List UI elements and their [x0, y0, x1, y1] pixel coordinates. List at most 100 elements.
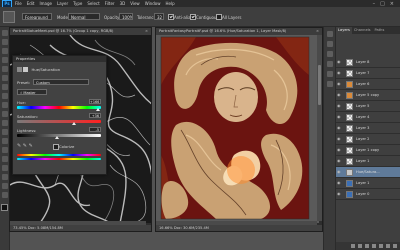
visibility-eye-icon[interactable]: ◉ [337, 159, 342, 163]
menu-file[interactable]: File [15, 1, 22, 6]
visibility-eye-icon[interactable]: ◉ [337, 93, 342, 97]
preset-picker[interactable]: Foreground [22, 13, 52, 20]
dodge-tool-icon[interactable] [1, 138, 8, 144]
properties-header[interactable]: Properties [13, 56, 106, 62]
visibility-eye-icon[interactable]: ◉ [337, 170, 342, 174]
path-selection-tool-icon[interactable] [1, 165, 8, 171]
saturation-slider[interactable] [17, 120, 101, 123]
history-icon[interactable] [326, 31, 333, 37]
adjustments-icon[interactable] [326, 61, 333, 67]
saturation-slider-knob[interactable] [72, 122, 77, 125]
visibility-eye-icon[interactable]: ◉ [337, 126, 342, 130]
layer-row[interactable]: ◉ Hue/Satura... [336, 167, 400, 178]
right-document-canvas[interactable] [156, 35, 319, 223]
visibility-eye-icon[interactable]: ◉ [337, 181, 342, 185]
brush-tool-icon[interactable] [3, 11, 15, 23]
close-icon[interactable]: × [316, 28, 319, 35]
eyedropper-icon[interactable]: ✎ [17, 143, 21, 149]
crop-tool-icon[interactable] [1, 66, 8, 72]
layer-row[interactable]: ◉ Layer 0 [336, 189, 400, 200]
visibility-eye-icon[interactable]: ◉ [337, 115, 342, 119]
saturation-value-field[interactable]: +36 [89, 113, 101, 118]
add-mask-icon[interactable] [365, 244, 369, 248]
right-document-tab[interactable]: PortraitFantasyPortraitF.psd @ 16.6% (Hu… [156, 28, 322, 35]
eyedropper-plus-icon[interactable]: ✎ [23, 143, 27, 149]
visibility-eye-icon[interactable]: ◉ [337, 137, 342, 141]
visibility-eye-icon[interactable]: ◉ [337, 192, 342, 196]
layer-row[interactable]: ◉ Layer 3 [336, 123, 400, 134]
visibility-eye-icon[interactable]: ◉ [337, 71, 342, 75]
layer-row[interactable]: ◉ Layer 5 copy [336, 90, 400, 101]
opacity-field[interactable]: 100% [119, 13, 133, 20]
brush-tool-icon[interactable] [1, 93, 8, 99]
left-document-tab[interactable]: PortraitStatueMeet.psd @ 16.7% (Group 1 … [10, 28, 151, 35]
eyedropper-minus-icon[interactable]: ✎ [29, 143, 33, 149]
preset-select[interactable]: Custom [33, 79, 89, 85]
brush-presets-icon[interactable] [326, 71, 333, 77]
scrollbar-thumb[interactable] [318, 65, 321, 105]
layer-row[interactable]: ◉ Layer 8 [336, 57, 400, 68]
magic-wand-tool-icon[interactable] [1, 57, 8, 63]
clone-stamp-tool-icon[interactable] [1, 102, 8, 108]
menu-edit[interactable]: Edit [27, 1, 35, 6]
layer-row[interactable]: ◉ Layer 6 [336, 79, 400, 90]
layer-row[interactable]: ◉ Layer 5 [336, 101, 400, 112]
layer-row[interactable]: ◉ Layer 2 [336, 134, 400, 145]
layer-row[interactable]: ◉ Layer 7 [336, 68, 400, 79]
gradient-tool-icon[interactable] [1, 129, 8, 135]
maximize-icon[interactable]: □ [380, 1, 385, 7]
layer-row[interactable]: ◉ Layer 1 [336, 156, 400, 167]
color-swatches[interactable] [0, 204, 11, 214]
character-icon[interactable] [326, 81, 333, 87]
marquee-tool-icon[interactable] [1, 39, 8, 45]
right-vertical-scrollbar[interactable] [317, 35, 322, 221]
menu-image[interactable]: Image [39, 1, 52, 6]
hand-tool-icon[interactable] [1, 183, 8, 189]
link-layers-icon[interactable] [351, 244, 355, 248]
menu-window[interactable]: Window [145, 1, 161, 6]
hue-slider[interactable] [17, 106, 101, 109]
close-icon[interactable]: × [390, 1, 394, 7]
hue-slider-knob[interactable] [95, 108, 100, 111]
layer-row[interactable]: ◉ Layer 1 copy [336, 145, 400, 156]
delete-layer-icon[interactable] [393, 244, 397, 248]
swatches-icon[interactable] [326, 51, 333, 57]
add-style-icon[interactable] [358, 244, 362, 248]
close-icon[interactable]: × [145, 28, 148, 35]
healing-tool-icon[interactable] [1, 84, 8, 90]
mask-icon[interactable] [23, 66, 29, 72]
color-icon[interactable] [326, 41, 333, 47]
menu-layer[interactable]: Layer [57, 1, 68, 6]
mode-select[interactable]: Normal [68, 13, 100, 20]
hue-value-field[interactable]: +166 [89, 99, 101, 104]
minimize-icon[interactable]: – [373, 1, 376, 7]
tolerance-field[interactable]: 32 [154, 13, 164, 20]
new-adjustment-icon[interactable] [372, 244, 376, 248]
menu-help[interactable]: Help [165, 1, 174, 6]
menu-view[interactable]: View [130, 1, 140, 6]
menu-select[interactable]: Select [87, 1, 99, 6]
channel-select[interactable]: ☝ Master [17, 89, 47, 95]
tab-paths[interactable]: Paths [373, 27, 387, 34]
new-group-icon[interactable] [379, 244, 383, 248]
layer-row[interactable]: ◉ Layer 1 [336, 178, 400, 189]
menu-type[interactable]: Type [73, 1, 82, 6]
visibility-eye-icon[interactable]: ◉ [337, 148, 342, 152]
new-layer-icon[interactable] [386, 244, 390, 248]
visibility-eye-icon[interactable]: ◉ [337, 82, 342, 86]
history-brush-tool-icon[interactable] [1, 111, 8, 117]
lasso-tool-icon[interactable] [1, 48, 8, 54]
tab-layers[interactable]: Layers [336, 27, 352, 34]
pen-tool-icon[interactable] [1, 147, 8, 153]
type-tool-icon[interactable] [1, 156, 8, 162]
zoom-tool-icon[interactable] [1, 192, 8, 198]
tab-channels[interactable]: Channels [352, 27, 373, 34]
eraser-tool-icon[interactable] [1, 120, 8, 126]
layer-row[interactable]: ◉ Layer 4 [336, 112, 400, 123]
move-tool-icon[interactable] [1, 30, 8, 36]
lightness-slider-knob[interactable] [55, 136, 60, 139]
lightness-value-field[interactable]: -5 [89, 127, 101, 132]
visibility-eye-icon[interactable]: ◉ [337, 60, 342, 64]
menu-filter[interactable]: Filter [105, 1, 115, 6]
foreground-color-swatch[interactable] [0, 204, 8, 211]
